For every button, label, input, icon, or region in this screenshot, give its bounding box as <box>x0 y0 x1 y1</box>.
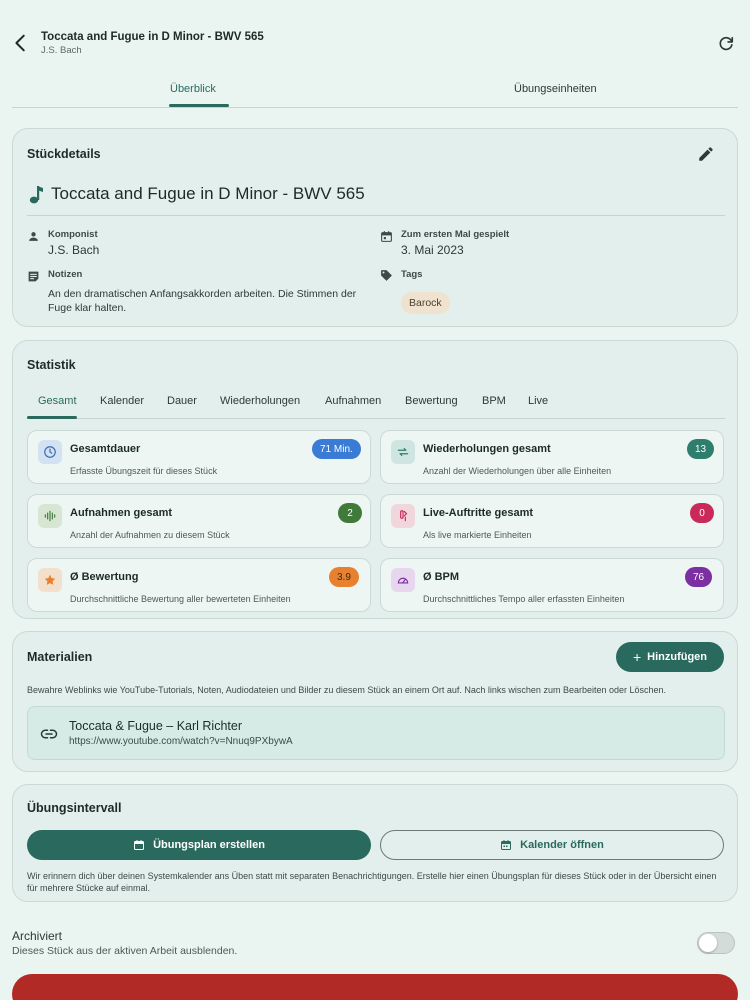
material-title: Toccata & Fugue – Karl Richter <box>69 719 242 733</box>
stats-tab-live[interactable]: Live <box>528 395 548 407</box>
link-icon <box>40 729 58 739</box>
star-icon <box>38 568 62 592</box>
notes-icon <box>28 271 39 282</box>
archive-title: Archiviert <box>12 929 63 943</box>
stat-card-live-performances: Live-Auftritte gesamt Als live markierte… <box>380 494 724 548</box>
notes-label: Notizen <box>48 269 83 280</box>
stat-badge: 76 <box>685 567 713 587</box>
details-divider <box>27 215 725 216</box>
stat-description: Als live markierte Einheiten <box>423 530 532 540</box>
composer-value: J.S. Bach <box>48 243 100 257</box>
stat-card-total-recordings: Aufnahmen gesamt Anzahl der Aufnahmen zu… <box>27 494 371 548</box>
stat-badge: 3.9 <box>329 567 359 587</box>
calendar-icon <box>501 840 512 850</box>
material-item[interactable]: Toccata & Fugue – Karl Richter https://w… <box>27 706 725 760</box>
toggle-knob <box>699 934 717 952</box>
stat-card-average-bpm: Ø BPM Durchschnittliches Tempo aller erf… <box>380 558 724 612</box>
stat-description: Durchschnittliche Bewertung aller bewert… <box>70 594 291 604</box>
stat-title: Ø Bewertung <box>70 571 139 583</box>
stats-tab-rating[interactable]: Bewertung <box>405 395 458 407</box>
stat-description: Durchschnittliches Tempo aller erfassten… <box>423 594 625 604</box>
material-url: https://www.youtube.com/watch?v=Nnuq9PXb… <box>69 736 293 747</box>
tags-label: Tags <box>401 269 423 280</box>
person-icon <box>29 232 38 241</box>
piece-title: Toccata and Fugue in D Minor - BWV 565 <box>51 184 365 203</box>
statistics-card: Statistik Gesamt Kalender Dauer Wiederho… <box>12 340 738 619</box>
delete-piece-button[interactable] <box>12 974 738 1000</box>
stat-card-total-repetitions: Wiederholungen gesamt Anzahl der Wiederh… <box>380 430 724 484</box>
materials-description: Bewahre Weblinks wie YouTube-Tutorials, … <box>27 685 667 695</box>
stat-badge: 0 <box>690 503 714 523</box>
stat-badge: 2 <box>338 503 362 523</box>
practice-interval-card: Übungsintervall Übungsplan erstellen Kal… <box>12 784 738 902</box>
stat-title: Aufnahmen gesamt <box>70 507 173 519</box>
stats-tab-calendar[interactable]: Kalender <box>100 395 144 407</box>
stat-title: Live-Auftritte gesamt <box>423 507 534 519</box>
tag-chip[interactable]: Barock <box>401 292 450 314</box>
interval-card-title: Übungsintervall <box>27 801 122 815</box>
stats-card-title: Statistik <box>27 358 76 372</box>
add-material-label: Hinzufügen <box>647 651 708 663</box>
stats-tab-recordings[interactable]: Aufnahmen <box>325 395 381 407</box>
refresh-icon[interactable] <box>716 34 736 54</box>
plus-icon: + <box>632 649 642 665</box>
main-tab-bar: Überblick Übungseinheiten <box>12 78 738 108</box>
add-material-button[interactable]: + Hinzufügen <box>616 642 724 672</box>
open-calendar-button[interactable]: Kalender öffnen <box>380 830 724 860</box>
stats-tab-duration[interactable]: Dauer <box>167 395 197 407</box>
speedometer-icon <box>391 568 415 592</box>
back-arrow-icon[interactable] <box>10 32 32 54</box>
stats-tab-repetitions[interactable]: Wiederholungen <box>220 395 300 407</box>
first-played-value: 3. Mai 2023 <box>401 243 464 257</box>
create-plan-label: Übungsplan erstellen <box>153 839 265 851</box>
notes-value: An den dramatischen Anfangsakkorden arbe… <box>48 288 357 314</box>
stats-tab-bpm[interactable]: BPM <box>482 395 506 407</box>
tag-icon <box>381 270 392 281</box>
open-calendar-label: Kalender öffnen <box>520 839 604 851</box>
page-title: Toccata and Fugue in D Minor - BWV 565 <box>41 31 264 43</box>
details-card-title: Stückdetails <box>27 147 101 161</box>
tab-practice-sessions[interactable]: Übungseinheiten <box>514 83 597 95</box>
archive-toggle[interactable] <box>697 932 735 954</box>
top-app-bar: Toccata and Fugue in D Minor - BWV 565 J… <box>0 0 750 72</box>
archive-description: Dieses Stück aus der aktiven Arbeit ausb… <box>12 945 238 957</box>
composer-label: Komponist <box>48 229 98 240</box>
materials-card-title: Materialien <box>27 650 93 664</box>
interval-description: Wir erinnern dich über deinen Systemkale… <box>27 871 717 893</box>
calendar-plus-icon <box>134 840 145 850</box>
music-note-icon <box>29 186 43 204</box>
first-played-label: Zum ersten Mal gespielt <box>401 229 510 240</box>
repeat-icon <box>391 440 415 464</box>
stats-tab-total[interactable]: Gesamt <box>38 395 77 407</box>
stat-description: Anzahl der Aufnahmen zu diesem Stück <box>70 530 230 540</box>
stat-description: Anzahl der Wiederholungen über alle Einh… <box>423 466 612 476</box>
clock-icon <box>38 440 62 464</box>
piece-details-card: Stückdetails Toccata and Fugue in D Mino… <box>12 128 738 327</box>
stats-tab-indicator <box>27 416 77 419</box>
tab-indicator <box>169 104 229 107</box>
stat-title: Ø BPM <box>423 571 460 583</box>
stat-card-average-rating: Ø Bewertung Durchschnittliche Bewertung … <box>27 558 371 612</box>
stat-card-total-duration: Gesamtdauer Erfasste Übungszeit für dies… <box>27 430 371 484</box>
page-subtitle: J.S. Bach <box>41 45 82 56</box>
calendar-icon <box>381 231 392 242</box>
waveform-icon <box>38 504 62 528</box>
stat-title: Wiederholungen gesamt <box>423 443 551 455</box>
stats-tab-bar: Gesamt Kalender Dauer Wiederholungen Auf… <box>27 387 725 419</box>
stat-description: Erfasste Übungszeit für dieses Stück <box>70 466 218 476</box>
tab-overview[interactable]: Überblick <box>170 83 216 95</box>
microphone-icon <box>391 504 415 528</box>
materials-card: Materialien + Hinzufügen Bewahre Weblink… <box>12 631 738 772</box>
create-practice-plan-button[interactable]: Übungsplan erstellen <box>27 830 371 860</box>
stat-badge: 71 Min. <box>312 439 361 459</box>
piece-title-row: Toccata and Fugue in D Minor - BWV 565 <box>29 183 365 205</box>
stat-badge: 13 <box>687 439 715 459</box>
stat-title: Gesamtdauer <box>70 443 141 455</box>
edit-pencil-icon[interactable] <box>697 145 715 163</box>
